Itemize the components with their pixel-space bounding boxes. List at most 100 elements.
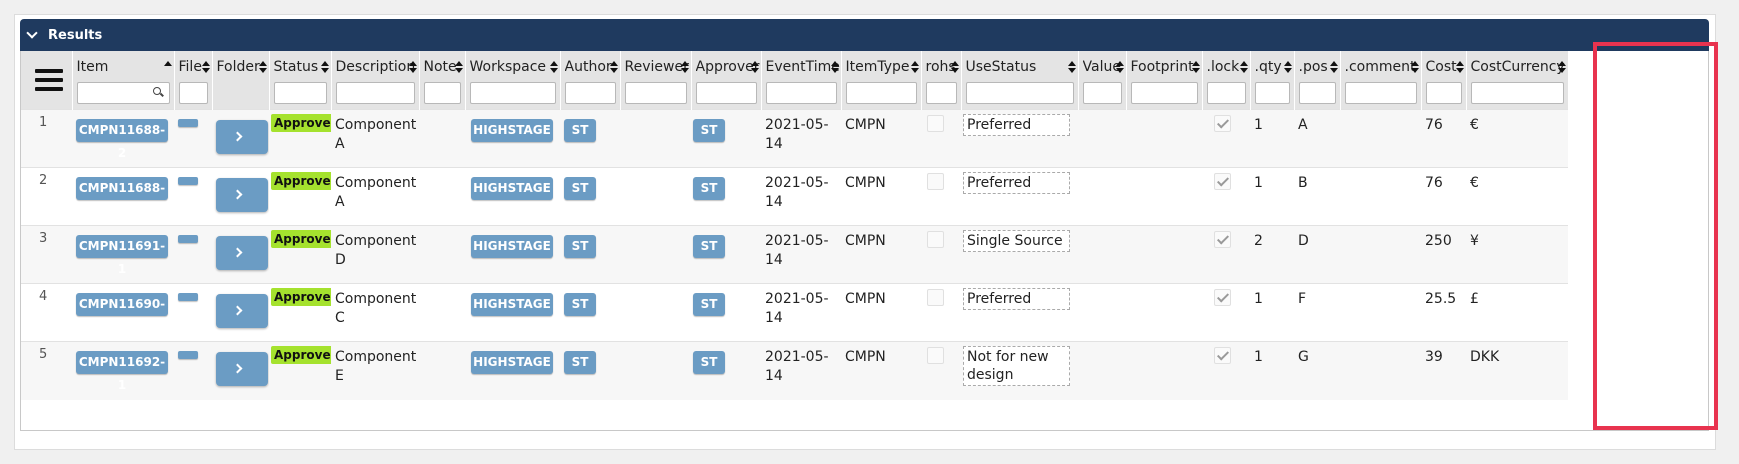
- item-button[interactable]: CMPN11690-1: [76, 293, 168, 334]
- file-button[interactable]: [178, 177, 198, 185]
- item-button[interactable]: CMPN11688-2: [76, 177, 168, 218]
- approver-button[interactable]: ST: [693, 177, 725, 200]
- sort-icon[interactable]: [408, 61, 417, 73]
- filter-input-lock[interactable]: [1206, 82, 1246, 104]
- filter-input-eventtime[interactable]: [765, 82, 837, 104]
- folder-button[interactable]: [216, 120, 268, 154]
- folder-button[interactable]: [216, 294, 268, 328]
- sort-ascending-icon[interactable]: [163, 61, 172, 73]
- sort-icon[interactable]: [1239, 61, 1248, 73]
- table-row[interactable]: 3 CMPN11691-1 Approved Component D HIGHST…: [21, 225, 1568, 284]
- workspace-button[interactable]: HIGHSTAGE: [471, 177, 553, 200]
- usestatus-field[interactable]: Single Source: [963, 230, 1070, 252]
- filter-input-workspace[interactable]: [469, 82, 556, 104]
- filter-input-reviewer[interactable]: [624, 82, 687, 104]
- workspace-button[interactable]: HIGHSTAGE: [471, 293, 553, 316]
- usestatus-field[interactable]: Preferred: [963, 114, 1070, 136]
- lock-checkbox[interactable]: [1214, 115, 1231, 132]
- column-header-reviewer[interactable]: Reviewer: [620, 51, 692, 110]
- sort-icon[interactable]: [258, 61, 267, 73]
- usestatus-field[interactable]: Preferred: [963, 288, 1070, 310]
- column-header-status[interactable]: Status: [269, 51, 332, 110]
- sort-icon[interactable]: [1283, 61, 1292, 73]
- lock-checkbox[interactable]: [1214, 173, 1231, 190]
- file-button[interactable]: [178, 119, 198, 127]
- rohs-checkbox[interactable]: [927, 289, 944, 306]
- item-button[interactable]: CMPN11692-1: [76, 351, 168, 392]
- sort-icon[interactable]: [680, 61, 689, 73]
- filter-input-status[interactable]: [273, 82, 327, 104]
- author-button[interactable]: ST: [564, 293, 596, 316]
- results-panel-header[interactable]: Results: [20, 19, 1709, 51]
- column-header-folder[interactable]: Folder: [212, 51, 270, 110]
- sort-icon[interactable]: [609, 61, 618, 73]
- rohs-checkbox[interactable]: [927, 173, 944, 190]
- sort-icon[interactable]: [1557, 61, 1566, 73]
- sort-icon[interactable]: [1115, 61, 1124, 73]
- author-button[interactable]: ST: [564, 119, 596, 142]
- sort-icon[interactable]: [201, 61, 210, 73]
- column-header-costcurrency[interactable]: CostCurrency: [1466, 51, 1569, 110]
- table-row[interactable]: 4 CMPN11690-1 Approved Component C HIGHST…: [21, 283, 1568, 342]
- column-header-value[interactable]: Value: [1078, 51, 1127, 110]
- file-button[interactable]: [178, 293, 198, 301]
- filter-input-comment[interactable]: [1344, 82, 1417, 104]
- column-header-note[interactable]: Note: [419, 51, 466, 110]
- lock-checkbox[interactable]: [1214, 289, 1231, 306]
- column-header-comment[interactable]: .comment: [1340, 51, 1422, 110]
- chevron-down-icon[interactable]: [26, 27, 38, 39]
- rohs-checkbox[interactable]: [927, 115, 944, 132]
- column-header-eventtime[interactable]: EventTime: [761, 51, 842, 110]
- column-header-cost[interactable]: Cost: [1421, 51, 1467, 110]
- sort-icon[interactable]: [750, 61, 759, 73]
- filter-input-item[interactable]: [76, 82, 170, 104]
- sort-icon[interactable]: [1410, 61, 1419, 73]
- column-menu-header[interactable]: [21, 51, 73, 110]
- sort-icon[interactable]: [950, 61, 959, 73]
- author-button[interactable]: ST: [564, 177, 596, 200]
- table-row[interactable]: 2 CMPN11688-2 Approved Component A HIGHST…: [21, 167, 1568, 226]
- column-header-approver[interactable]: Approver: [691, 51, 762, 110]
- sort-icon[interactable]: [320, 61, 329, 73]
- filter-input-rohs[interactable]: [925, 82, 957, 104]
- column-header-qty[interactable]: .qty: [1250, 51, 1295, 110]
- column-header-pos[interactable]: .pos: [1294, 51, 1341, 110]
- approver-button[interactable]: ST: [693, 235, 725, 258]
- filter-input-pos[interactable]: [1298, 82, 1336, 104]
- file-button[interactable]: [178, 351, 198, 359]
- lock-checkbox[interactable]: [1214, 231, 1231, 248]
- filter-input-qty[interactable]: [1254, 82, 1290, 104]
- column-header-footprint[interactable]: Footprint: [1126, 51, 1203, 110]
- filter-input-description[interactable]: [335, 82, 415, 104]
- sort-icon[interactable]: [1067, 61, 1076, 73]
- table-row[interactable]: 1 CMPN11688-2 Approved Component A HIGHST…: [21, 109, 1568, 168]
- lock-checkbox[interactable]: [1214, 347, 1231, 364]
- sort-icon[interactable]: [549, 61, 558, 73]
- filter-input-approver[interactable]: [695, 82, 757, 104]
- column-header-author[interactable]: Author: [560, 51, 621, 110]
- approver-button[interactable]: ST: [693, 293, 725, 316]
- sort-icon[interactable]: [910, 61, 919, 73]
- sort-icon[interactable]: [830, 61, 839, 73]
- usestatus-field[interactable]: Not for new design: [963, 346, 1070, 386]
- column-header-item[interactable]: Item: [72, 51, 175, 110]
- approver-button[interactable]: ST: [693, 351, 725, 374]
- sort-icon[interactable]: [1455, 61, 1464, 73]
- folder-button[interactable]: [216, 352, 268, 386]
- author-button[interactable]: ST: [564, 235, 596, 258]
- sort-icon[interactable]: [454, 61, 463, 73]
- folder-button[interactable]: [216, 236, 268, 270]
- hamburger-menu-icon[interactable]: [35, 69, 63, 93]
- filter-input-cost[interactable]: [1425, 82, 1462, 104]
- sort-icon[interactable]: [1191, 61, 1200, 73]
- filter-input-value[interactable]: [1082, 82, 1122, 104]
- folder-button[interactable]: [216, 178, 268, 212]
- filter-input-note[interactable]: [423, 82, 461, 104]
- column-header-workspace[interactable]: Workspace: [465, 51, 561, 110]
- column-header-itemtype[interactable]: ItemType: [841, 51, 922, 110]
- filter-input-file[interactable]: [178, 82, 208, 104]
- column-header-usestatus[interactable]: UseStatus: [961, 51, 1079, 110]
- item-button[interactable]: CMPN11688-2: [76, 119, 168, 160]
- workspace-button[interactable]: HIGHSTAGE: [471, 351, 553, 374]
- filter-input-author[interactable]: [564, 82, 616, 104]
